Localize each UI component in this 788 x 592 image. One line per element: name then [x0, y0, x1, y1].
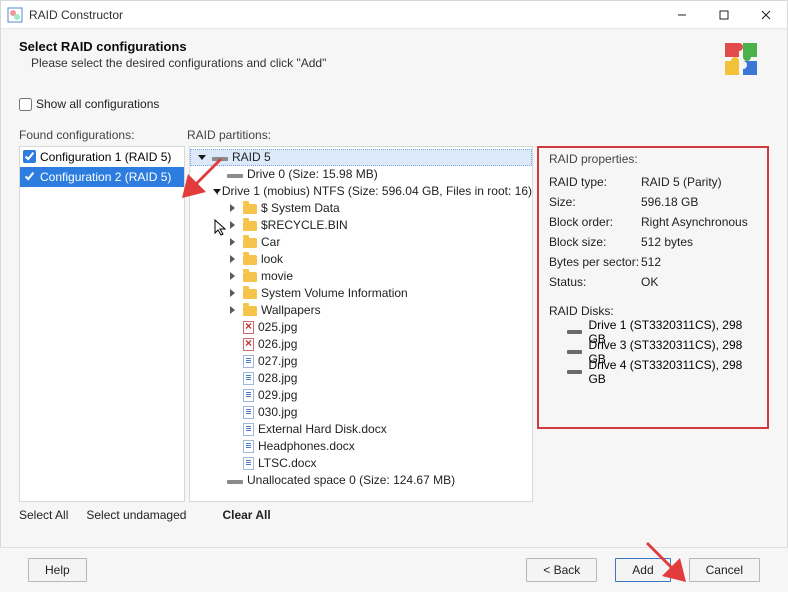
folder-icon — [243, 238, 257, 248]
tree-node-folder[interactable]: movie — [190, 268, 532, 285]
partition-tree[interactable]: RAID 5 Drive 0 (Size: 15.98 MB) Drive 1 … — [189, 146, 533, 502]
add-button[interactable]: Add — [615, 558, 670, 582]
tree-node-folder[interactable]: $RECYCLE.BIN — [190, 217, 532, 234]
maximize-button[interactable] — [703, 1, 745, 29]
file-icon — [243, 372, 254, 385]
config-item-2[interactable]: Configuration 2 (RAID 5) — [20, 167, 184, 187]
tree-node-file[interactable]: LTSC.docx — [190, 455, 532, 472]
drive-icon — [567, 330, 582, 334]
tree-node-file[interactable]: 027.jpg — [190, 353, 532, 370]
tree-node-folder[interactable]: System Volume Information — [190, 285, 532, 302]
drive-icon — [227, 480, 243, 484]
folder-icon — [243, 221, 257, 231]
tree-node-folder[interactable]: Wallpapers — [190, 302, 532, 319]
tree-node-folder[interactable]: look — [190, 251, 532, 268]
folder-icon — [243, 204, 257, 214]
tree-node-folder[interactable]: Car — [190, 234, 532, 251]
drive-icon — [567, 350, 582, 354]
tree-node-file[interactable]: Headphones.docx — [190, 438, 532, 455]
tree-node-file[interactable]: 029.jpg — [190, 387, 532, 404]
tree-node-file[interactable]: 028.jpg — [190, 370, 532, 387]
help-button[interactable]: Help — [28, 558, 87, 582]
raid-partitions-label: RAID partitions: — [187, 128, 769, 142]
app-icon — [7, 7, 23, 23]
back-button[interactable]: < Back — [526, 558, 597, 582]
cancel-button[interactable]: Cancel — [689, 558, 760, 582]
tree-node-drive[interactable]: Drive 0 (Size: 15.98 MB) — [190, 166, 532, 183]
raid-disk-row: Drive 4 (ST3320311CS), 298 GB — [549, 362, 757, 382]
window-title: RAID Constructor — [29, 8, 661, 22]
titlebar: RAID Constructor — [1, 1, 787, 29]
file-icon — [243, 423, 254, 436]
select-undamaged-link[interactable]: Select undamaged — [86, 508, 186, 522]
raid-disks-label: RAID Disks: — [549, 304, 757, 318]
folder-icon — [243, 272, 257, 282]
tree-node-unallocated[interactable]: Unallocated space 0 (Size: 124.67 MB) — [190, 472, 532, 489]
config-checkbox[interactable] — [23, 150, 36, 163]
minimize-button[interactable] — [661, 1, 703, 29]
tree-node-root[interactable]: RAID 5 — [190, 149, 532, 166]
folder-icon — [243, 289, 257, 299]
tree-node-file[interactable]: 026.jpg — [190, 336, 532, 353]
folder-icon — [243, 255, 257, 265]
clear-all-link[interactable]: Clear All — [222, 508, 270, 522]
file-icon — [243, 389, 254, 402]
config-list: Configuration 1 (RAID 5) Configuration 2… — [19, 146, 185, 502]
file-icon — [243, 338, 254, 351]
file-icon — [243, 406, 254, 419]
raid-properties-label: RAID properties: — [549, 152, 757, 166]
tree-node-file[interactable]: External Hard Disk.docx — [190, 421, 532, 438]
tree-node-file[interactable]: 030.jpg — [190, 404, 532, 421]
page-subtitle: Please select the desired configurations… — [19, 54, 721, 70]
drive-icon — [227, 174, 243, 178]
drive-icon — [567, 370, 582, 374]
config-checkbox[interactable] — [23, 170, 36, 183]
found-configs-label: Found configurations: — [19, 128, 187, 142]
show-all-checkbox[interactable]: Show all configurations — [19, 97, 159, 111]
file-icon — [243, 355, 254, 368]
tree-node-file[interactable]: 025.jpg — [190, 319, 532, 336]
tree-node-folder[interactable]: $ System Data — [190, 200, 532, 217]
raid-properties-panel: RAID properties: RAID type:RAID 5 (Parit… — [537, 146, 769, 429]
select-all-link[interactable]: Select All — [19, 508, 68, 522]
drive-icon — [212, 157, 228, 161]
folder-icon — [243, 306, 257, 316]
puzzle-icon — [721, 39, 763, 81]
close-button[interactable] — [745, 1, 787, 29]
file-icon — [243, 440, 254, 453]
config-item-1[interactable]: Configuration 1 (RAID 5) — [20, 147, 184, 167]
file-icon — [243, 321, 254, 334]
tree-node-drive[interactable]: Drive 1 (mobius) NTFS (Size: 596.04 GB, … — [190, 183, 532, 200]
file-icon — [243, 457, 254, 470]
page-title: Select RAID configurations — [19, 39, 721, 54]
